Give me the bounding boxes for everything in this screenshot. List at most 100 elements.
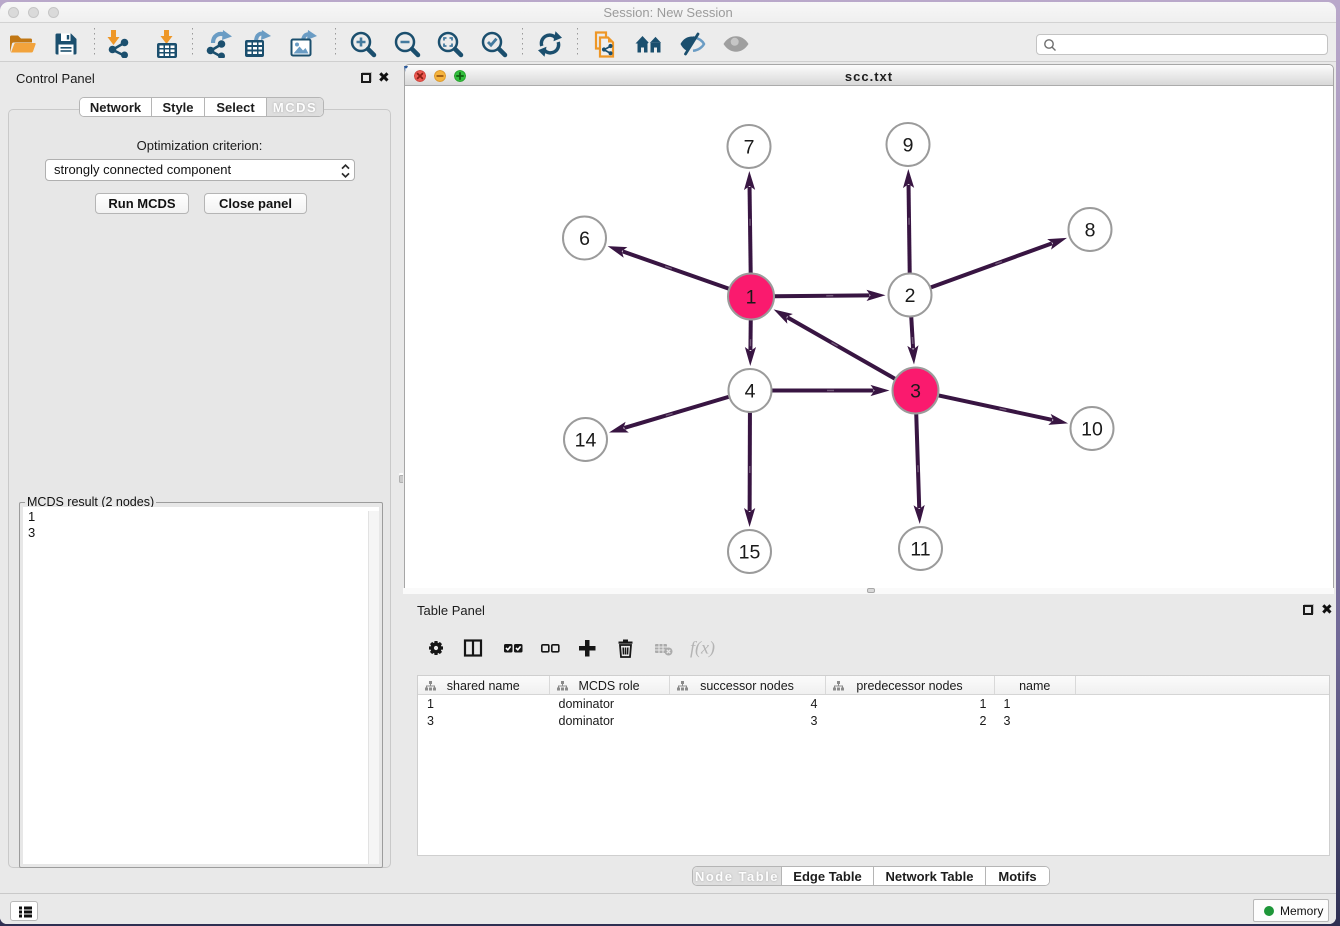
edge-3-1[interactable] <box>787 317 895 379</box>
delete-column-button[interactable] <box>614 637 636 659</box>
open-file-icon <box>8 30 36 58</box>
memory-label: Memory <box>1280 904 1323 918</box>
import-network-icon <box>103 30 131 58</box>
column-header-label: successor nodes <box>670 679 825 693</box>
export-image-button[interactable] <box>289 30 317 58</box>
tab-edge-table[interactable]: Edge Table <box>782 867 874 885</box>
edge-4-14[interactable] <box>624 397 729 428</box>
new-network-from-selection-button[interactable] <box>591 30 619 58</box>
edge-2-8[interactable] <box>930 243 1052 287</box>
criterion-dropdown[interactable]: strongly connected component <box>45 159 355 181</box>
add-column-button[interactable] <box>576 637 598 659</box>
search-input[interactable] <box>1036 34 1328 55</box>
node-label-2: 2 <box>905 285 916 307</box>
dropdown-spinner-icon <box>341 164 350 178</box>
deselect-all-icon <box>539 637 561 659</box>
network-graph-canvas[interactable]: 1234678910111415 <box>405 87 1333 588</box>
cell-predecessor_nodes: 2 <box>826 714 987 728</box>
hide-selected-button[interactable] <box>678 30 706 58</box>
column-header-successor-nodes[interactable]: successor nodes <box>670 676 826 694</box>
cell-successor_nodes: 3 <box>670 714 818 728</box>
tab-style[interactable]: Style <box>152 98 205 116</box>
control-panel-tabs: NetworkStyleSelectMCDS <box>79 97 324 117</box>
task-list-icon <box>11 902 39 922</box>
import-network-button[interactable] <box>103 30 131 58</box>
node-label-15: 15 <box>739 542 761 564</box>
edge-2-9[interactable] <box>909 185 910 274</box>
tab-network[interactable]: Network <box>80 98 152 116</box>
column-header-predecessor-nodes[interactable]: predecessor nodes <box>826 676 995 694</box>
settings-button[interactable] <box>425 637 447 659</box>
node-label-3: 3 <box>910 381 921 403</box>
zoom-out-icon <box>393 30 421 58</box>
deselect-all-button[interactable] <box>539 637 561 659</box>
optimization-criterion-label: Optimization criterion: <box>9 138 390 153</box>
tab-node-table[interactable]: Node Table <box>693 867 782 885</box>
close-panel-button[interactable]: Close panel <box>204 193 307 214</box>
table-panel-tabs: Node TableEdge TableNetwork TableMotifs <box>692 866 1050 886</box>
memory-button[interactable]: Memory <box>1253 899 1329 922</box>
export-network-icon <box>204 30 232 58</box>
show-all-button[interactable] <box>722 30 750 58</box>
cell-mcds_role: dominator <box>559 697 615 711</box>
save-session-icon <box>52 30 80 58</box>
table-row-3[interactable]: 3dominator323 <box>418 713 1329 730</box>
mcds-result-text[interactable]: 1 3 <box>23 507 379 864</box>
column-header-name[interactable]: name <box>995 676 1077 694</box>
export-table-button[interactable] <box>243 30 271 58</box>
import-table-icon <box>152 30 180 58</box>
table-panel-float-button[interactable] <box>1303 605 1313 615</box>
edge-1-7[interactable] <box>750 187 751 274</box>
mcds-result-scrollbar[interactable] <box>368 511 379 864</box>
column-header-label: MCDS role <box>550 679 669 693</box>
network-window-titlebar[interactable]: scc.txt <box>405 65 1333 86</box>
export-image-icon <box>289 30 317 58</box>
node-label-9: 9 <box>903 135 914 157</box>
status-bar: Memory <box>0 893 1336 924</box>
first-neighbors-button[interactable] <box>635 30 663 58</box>
table-row-1[interactable]: 1dominator411 <box>418 696 1329 713</box>
tab-select[interactable]: Select <box>205 98 267 116</box>
edge-1-2[interactable] <box>774 295 870 296</box>
edge-3-10[interactable] <box>938 395 1052 420</box>
control-panel: Control Panel ✖ NetworkStyleSelectMCDS O… <box>0 62 397 893</box>
node-label-7: 7 <box>744 137 755 159</box>
cell-shared_name: 3 <box>427 714 434 728</box>
divider-grip-horizontal[interactable] <box>867 588 875 593</box>
zoom-selected-button[interactable] <box>480 30 508 58</box>
table-panel-close-button[interactable]: ✖ <box>1321 603 1333 615</box>
task-history-button[interactable] <box>10 901 38 921</box>
apply-layout-button[interactable] <box>536 30 564 58</box>
search-icon <box>1043 38 1057 52</box>
import-table-button[interactable] <box>152 30 180 58</box>
column-header-label: name <box>995 679 1076 693</box>
zoom-fit-button[interactable] <box>436 30 464 58</box>
split-view-button[interactable] <box>462 637 484 659</box>
tab-mcds[interactable]: MCDS <box>267 98 323 116</box>
edge-3-11[interactable] <box>916 413 919 508</box>
node-label-10: 10 <box>1081 419 1103 441</box>
function-builder-button[interactable]: f(x) <box>689 637 723 659</box>
column-header-label: predecessor nodes <box>826 679 994 693</box>
export-network-button[interactable] <box>204 30 232 58</box>
column-header-MCDS-role[interactable]: MCDS role <box>550 676 670 694</box>
column-header-shared-name[interactable]: shared name <box>418 676 550 694</box>
control-panel-float-button[interactable] <box>361 73 371 83</box>
save-session-button[interactable] <box>52 30 80 58</box>
zoom-in-button[interactable] <box>349 30 377 58</box>
delete-table-button[interactable] <box>653 637 675 659</box>
select-all-button[interactable] <box>502 637 524 659</box>
edge-1-6[interactable] <box>623 251 730 288</box>
tab-motifs[interactable]: Motifs <box>986 867 1049 885</box>
window-titlebar[interactable]: Session: New Session <box>0 2 1336 23</box>
cell-name: 3 <box>1004 714 1011 728</box>
settings-icon <box>425 637 447 659</box>
node-table: shared nameMCDS rolesuccessor nodesprede… <box>417 675 1330 856</box>
tab-network-table[interactable]: Network Table <box>874 867 986 885</box>
zoom-out-button[interactable] <box>393 30 421 58</box>
open-file-button[interactable] <box>8 30 36 58</box>
toolbar-separator <box>522 28 523 58</box>
run-mcds-button[interactable]: Run MCDS <box>95 193 189 214</box>
control-panel-close-button[interactable]: ✖ <box>378 71 390 83</box>
first-neighbors-icon <box>635 30 663 58</box>
